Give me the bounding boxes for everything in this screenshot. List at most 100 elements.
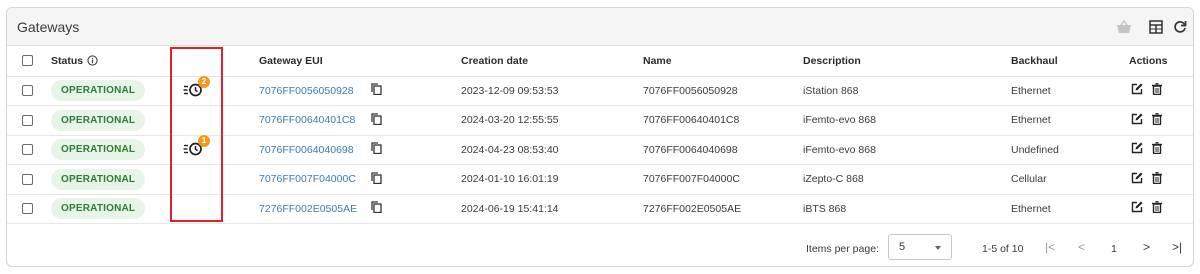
creation-date-cell: 2024-01-10 16:01:19 (461, 164, 643, 195)
alert-count-badge: 1 (198, 135, 210, 148)
edit-icon[interactable] (1131, 113, 1143, 125)
gateway-eui-link[interactable]: 7076FF0056050928 (259, 85, 354, 97)
items-per-page-value: 5 (899, 241, 906, 253)
first-page-button[interactable]: |< (1045, 240, 1055, 254)
name-cell: 7076FF00640401C8 (643, 105, 803, 136)
chevron-down-icon (935, 246, 941, 250)
name-cell: 7276FF002E0505AE (643, 194, 803, 224)
description-header[interactable]: Description (803, 46, 1011, 77)
pagination-range: 1-5 of 10 (982, 243, 1024, 255)
refresh-icon[interactable] (1171, 18, 1189, 36)
description-cell: iFemto-evo 868 (803, 105, 1011, 136)
gateway-eui-link[interactable]: 7076FF007F04000C (259, 173, 356, 185)
backhaul-cell: Cellular (1011, 164, 1129, 195)
pagination-footer: Items per page: 5 1-5 of 10 |< < 1 > >| (7, 230, 1193, 266)
edit-icon[interactable] (1131, 201, 1143, 213)
creation-date-cell: 2024-04-23 08:53:40 (461, 135, 643, 165)
actions-cell (1129, 105, 1193, 136)
trash-icon[interactable] (1151, 142, 1163, 155)
columns-icon[interactable] (1147, 18, 1165, 36)
copy-icon[interactable] (371, 83, 382, 96)
name-cell: 7076FF0064040698 (643, 135, 803, 165)
last-page-button[interactable]: >| (1172, 240, 1182, 254)
table-row[interactable]: OPERATIONAL 7076FF00640401C8 2024-03-20 12… (7, 105, 1193, 136)
table-header-row: Status Gateway EUI Creation date Name De… (7, 46, 1193, 77)
row-checkbox[interactable] (22, 173, 33, 185)
copy-icon[interactable] (371, 201, 382, 214)
name-header[interactable]: Name (643, 46, 803, 77)
panel-header: Gateways (7, 8, 1193, 46)
table-row[interactable]: OPERATIONAL 2 7076FF0056050928 2023-12-09 0… (7, 76, 1193, 106)
copy-icon[interactable] (371, 142, 382, 155)
row-select-cell (7, 194, 51, 224)
alerts-cell: 1 (169, 135, 259, 165)
gateway-eui-cell: 7076FF0064040698 (259, 135, 371, 165)
gateway-eui-link[interactable]: 7076FF0064040698 (259, 144, 354, 156)
row-select-cell (7, 135, 51, 165)
row-checkbox[interactable] (22, 203, 33, 215)
status-cell: OPERATIONAL (51, 135, 169, 165)
gateway-eui-cell: 7076FF00640401C8 (259, 105, 371, 136)
next-page-button[interactable]: > (1143, 240, 1150, 254)
creation-date-cell: 2023-12-09 09:53:53 (461, 76, 643, 106)
status-cell: OPERATIONAL (51, 76, 169, 106)
current-page[interactable]: 1 (1111, 243, 1117, 255)
edit-icon[interactable] (1131, 142, 1143, 154)
gateway-eui-link[interactable]: 7076FF00640401C8 (259, 114, 355, 126)
name-cell: 7076FF007F04000C (643, 164, 803, 195)
table-row[interactable]: OPERATIONAL 1 7076FF0064040698 2024-04-23 0… (7, 135, 1193, 165)
table-row[interactable]: OPERATIONAL 7276FF002E0505AE 2024-06-19 15… (7, 194, 1193, 224)
copy-icon[interactable] (371, 113, 382, 125)
backhaul-cell: Ethernet (1011, 194, 1129, 224)
status-badge: OPERATIONAL (51, 168, 146, 190)
pending-alerts[interactable]: 1 (183, 135, 210, 157)
row-select-cell (7, 164, 51, 195)
select-all-checkbox[interactable] (22, 55, 33, 67)
alerts-cell: 2 (169, 76, 259, 106)
row-select-cell (7, 105, 51, 136)
copy-cell (371, 164, 461, 195)
row-checkbox[interactable] (22, 85, 33, 97)
edit-icon[interactable] (1131, 172, 1143, 184)
backhaul-header[interactable]: Backhaul (1011, 46, 1129, 77)
table-row[interactable]: OPERATIONAL 7076FF007F04000C 2024-01-10 16… (7, 164, 1193, 195)
trash-icon[interactable] (1151, 171, 1163, 184)
status-cell: OPERATIONAL (51, 194, 169, 224)
info-icon[interactable] (87, 55, 98, 66)
gateway-eui-cell: 7276FF002E0505AE (259, 194, 371, 224)
select-all-cell (7, 46, 51, 77)
actions-cell (1129, 76, 1193, 106)
items-per-page-select[interactable]: 5 (888, 234, 952, 260)
trash-icon[interactable] (1151, 112, 1163, 125)
edit-icon[interactable] (1131, 83, 1143, 95)
gateway-eui-link[interactable]: 7276FF002E0505AE (259, 203, 357, 215)
copy-icon[interactable] (371, 172, 382, 184)
pending-alerts[interactable]: 2 (183, 76, 210, 98)
copy-cell (371, 135, 461, 165)
actions-cell (1129, 164, 1193, 195)
basket-icon[interactable] (1115, 18, 1133, 36)
copy-header (371, 46, 461, 77)
status-header[interactable]: Status (51, 46, 169, 77)
status-badge: OPERATIONAL (51, 198, 146, 220)
row-checkbox[interactable] (22, 114, 33, 126)
gateway-eui-cell: 7076FF007F04000C (259, 164, 371, 195)
backhaul-cell: Ethernet (1011, 76, 1129, 106)
trash-icon[interactable] (1151, 201, 1163, 214)
alerts-cell (169, 194, 259, 224)
row-select-cell (7, 76, 51, 106)
gateway-eui-header[interactable]: Gateway EUI (259, 46, 371, 77)
name-cell: 7076FF0056050928 (643, 76, 803, 106)
gateways-table: Status Gateway EUI Creation date Name De… (7, 46, 1193, 224)
status-badge: OPERATIONAL (51, 109, 146, 131)
actions-cell (1129, 194, 1193, 224)
trash-icon[interactable] (1151, 83, 1163, 96)
row-checkbox[interactable] (22, 144, 33, 156)
actions-header: Actions (1129, 46, 1193, 77)
panel-title: Gateways (17, 19, 80, 35)
description-cell: iZepto-C 868 (803, 164, 1011, 195)
description-cell: iBTS 868 (803, 194, 1011, 224)
creation-date-header[interactable]: Creation date (461, 46, 643, 77)
previous-page-button[interactable]: < (1078, 240, 1085, 254)
creation-date-cell: 2024-03-20 12:55:55 (461, 105, 643, 136)
